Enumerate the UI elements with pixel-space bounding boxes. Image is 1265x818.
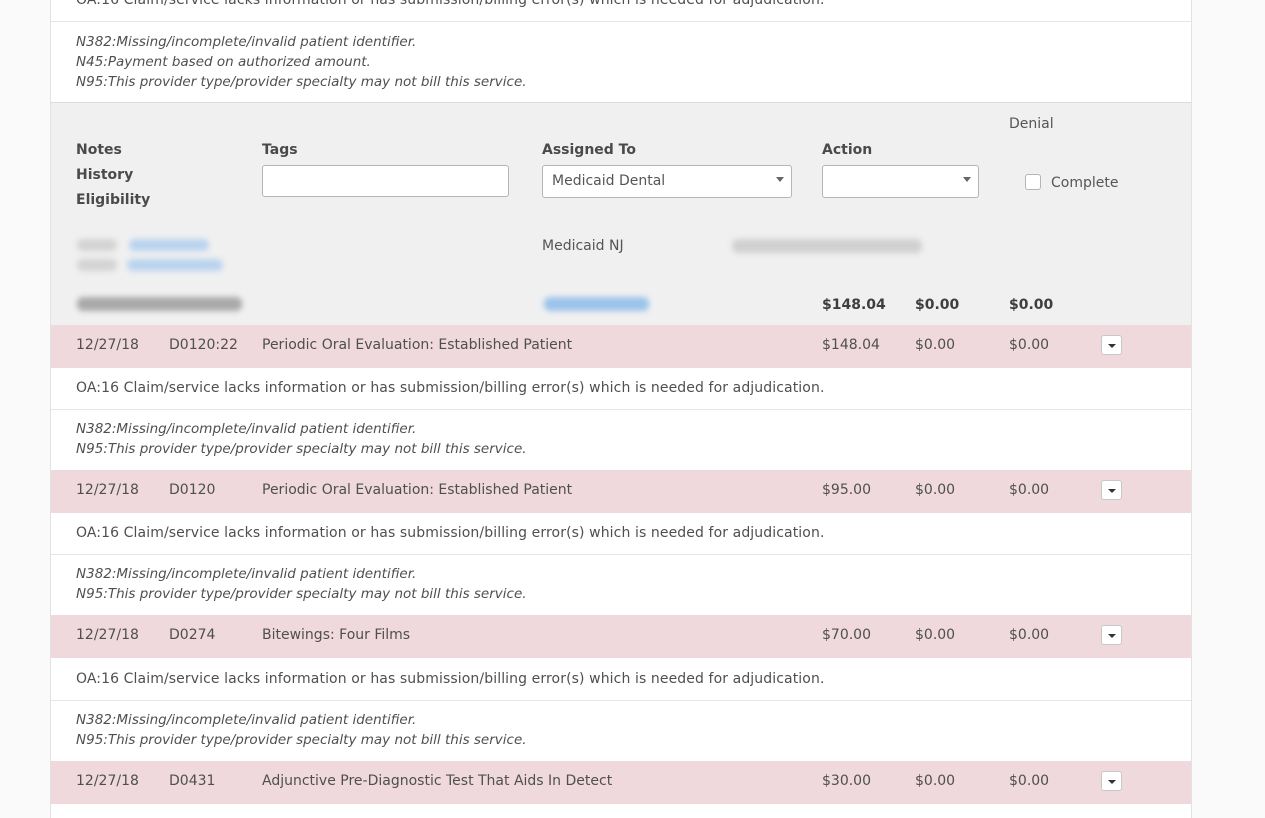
remark-text: N95:This provider type/provider specialt…	[76, 441, 527, 457]
reason-row: OA:16 Claim/service lacks information or…	[51, 513, 1191, 555]
remark-text: N45:Payment based on authorized amount.	[76, 54, 371, 70]
service-code: D0120	[169, 482, 216, 498]
chevron-down-icon	[963, 177, 971, 182]
remark-text: N382:Missing/incomplete/invalid patient …	[76, 712, 417, 728]
redacted-text	[732, 239, 922, 253]
service-row: 12/27/18 D0274 Bitewings: Four Films $70…	[51, 615, 1191, 658]
service-billed: $30.00	[822, 773, 871, 789]
service-date: 12/27/18	[76, 627, 139, 643]
assigned-to-value: Medicaid Dental	[552, 173, 666, 189]
service-paid: $0.00	[915, 773, 956, 789]
total-paid: $0.00	[915, 297, 960, 313]
total-adjustment: $0.00	[1009, 297, 1054, 313]
remark-text: N95:This provider type/provider specialt…	[76, 732, 527, 748]
action-select[interactable]	[822, 165, 979, 198]
tags-input[interactable]	[262, 165, 509, 197]
service-row: 12/27/18 D0120 Periodic Oral Evaluation:…	[51, 470, 1191, 513]
service-paid: $0.00	[915, 627, 956, 643]
service-billed: $70.00	[822, 627, 871, 643]
remarks-row: N382:Missing/incomplete/invalid patient …	[51, 22, 1191, 103]
remarks-row: N382:Missing/incomplete/invalid patient …	[51, 701, 1191, 762]
remark-text: N382:Missing/incomplete/invalid patient …	[76, 421, 417, 437]
reason-text: OA:16 Claim/service lacks information or…	[76, 0, 825, 8]
remark-text: N95:This provider type/provider specialt…	[76, 586, 527, 602]
service-date: 12/27/18	[76, 337, 139, 353]
service-description: Adjunctive Pre-Diagnostic Test That Aids…	[262, 773, 613, 789]
history-link[interactable]: History	[76, 167, 133, 183]
row-menu-button[interactable]	[1101, 480, 1122, 500]
service-description: Periodic Oral Evaluation: Established Pa…	[262, 337, 573, 353]
redacted-link[interactable]	[127, 259, 223, 271]
action-label: Action	[822, 142, 873, 158]
remark-text: N95:This provider type/provider specialt…	[76, 74, 527, 90]
claim-card: OA:16 Claim/service lacks information or…	[50, 0, 1192, 818]
service-adjustment: $0.00	[1009, 627, 1050, 643]
complete-checkbox[interactable]	[1025, 174, 1041, 190]
remark-text: N382:Missing/incomplete/invalid patient …	[76, 34, 417, 50]
remark-text: N382:Missing/incomplete/invalid patient …	[76, 566, 417, 582]
redacted-text	[77, 297, 242, 311]
redacted-link[interactable]	[544, 297, 649, 311]
reason-row: OA:16 Claim/service lacks information or…	[51, 659, 1191, 701]
service-row: 12/27/18 D0120:22 Periodic Oral Evaluati…	[51, 325, 1191, 368]
assigned-to-select[interactable]: Medicaid Dental	[542, 165, 792, 198]
redacted-text	[77, 239, 117, 251]
caret-down-icon	[1108, 344, 1116, 348]
payer-name: Medicaid NJ	[542, 238, 624, 254]
chevron-down-icon	[776, 177, 784, 182]
service-adjustment: $0.00	[1009, 773, 1050, 789]
row-menu-button[interactable]	[1101, 335, 1122, 355]
redacted-text	[77, 259, 117, 271]
caret-down-icon	[1108, 489, 1116, 493]
service-code: D0274	[169, 627, 216, 643]
reason-text: OA:16 Claim/service lacks information or…	[76, 525, 825, 541]
remarks-row: N382:Missing/incomplete/invalid patient …	[51, 410, 1191, 471]
reason-row: OA:16 Claim/service lacks information or…	[51, 0, 1191, 22]
service-description: Bitewings: Four Films	[262, 627, 411, 643]
caret-down-icon	[1108, 634, 1116, 638]
eligibility-link[interactable]: Eligibility	[76, 192, 150, 208]
remarks-row: N382:Missing/incomplete/invalid patient …	[51, 555, 1191, 616]
tags-label: Tags	[262, 142, 298, 158]
redacted-link[interactable]	[129, 239, 209, 251]
claim-header: Notes History Eligibility Tags Assigned …	[51, 102, 1191, 326]
total-billed: $148.04	[822, 297, 886, 313]
complete-label: Complete	[1051, 175, 1119, 191]
service-adjustment: $0.00	[1009, 482, 1050, 498]
row-menu-button[interactable]	[1101, 771, 1122, 791]
reason-text: OA:16 Claim/service lacks information or…	[76, 671, 825, 687]
assigned-to-label: Assigned To	[542, 142, 636, 158]
reason-text: OA:16 Claim/service lacks information or…	[76, 380, 825, 396]
service-billed: $148.04	[822, 337, 880, 353]
service-code: D0431	[169, 773, 216, 789]
service-adjustment: $0.00	[1009, 337, 1050, 353]
notes-link[interactable]: Notes	[76, 142, 122, 158]
denial-label: Denial	[1009, 116, 1054, 132]
service-billed: $95.00	[822, 482, 871, 498]
reason-row: OA:16 Claim/service lacks information or…	[51, 368, 1191, 410]
service-paid: $0.00	[915, 482, 956, 498]
service-date: 12/27/18	[76, 773, 139, 789]
service-description: Periodic Oral Evaluation: Established Pa…	[262, 482, 573, 498]
service-row: 12/27/18 D0431 Adjunctive Pre-Diagnostic…	[51, 761, 1191, 804]
caret-down-icon	[1108, 780, 1116, 784]
row-menu-button[interactable]	[1101, 625, 1122, 645]
service-date: 12/27/18	[76, 482, 139, 498]
service-code: D0120:22	[169, 337, 238, 353]
service-paid: $0.00	[915, 337, 956, 353]
